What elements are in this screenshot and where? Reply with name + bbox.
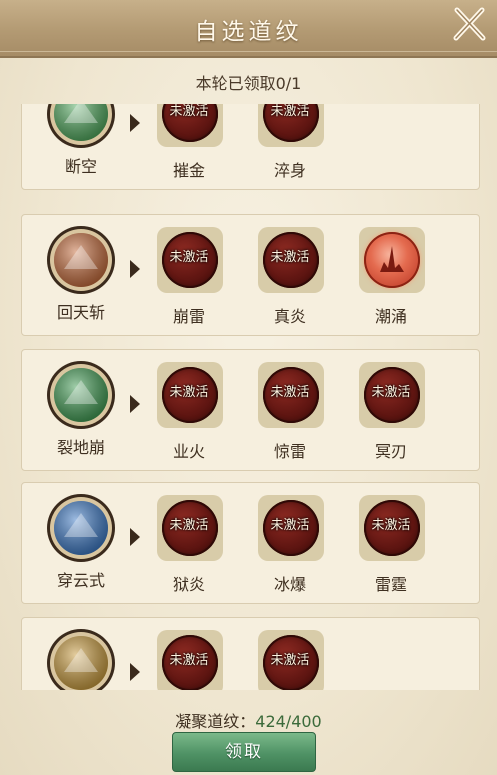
close-icon[interactable] xyxy=(449,4,489,44)
skill-name: 裂地崩 xyxy=(56,438,105,457)
slot-name: 惊雷 xyxy=(273,442,306,461)
claim-status: 本轮已领取0/1 xyxy=(195,74,302,93)
active-gem-icon xyxy=(364,232,420,288)
skill: 回天斩 xyxy=(36,225,140,325)
gem-status-label: 未激活 xyxy=(169,653,209,668)
slot-name: 雷霆 xyxy=(374,575,407,594)
gem-status-label: 未激活 xyxy=(371,518,411,533)
pattern-slot[interactable]: 未激活 狱炎 xyxy=(149,495,229,603)
pattern-slot[interactable]: 未激活 雷霆 xyxy=(351,495,431,603)
pattern-slot[interactable]: 未激活 冰爆 xyxy=(250,495,330,603)
pattern-slot[interactable]: 未激活 业火 xyxy=(149,362,229,470)
gem-status-label: 未激活 xyxy=(169,250,209,265)
slot-name: 淬身 xyxy=(273,161,306,180)
chevron-right-icon xyxy=(130,663,140,681)
claim-button[interactable]: 领取 xyxy=(172,732,316,772)
skill-name: 断空 xyxy=(64,157,97,176)
skill-name: 回天斩 xyxy=(56,303,105,322)
pattern-slot[interactable]: 未激活 xyxy=(250,630,330,690)
pattern-slot[interactable]: 未激活 冥刃 xyxy=(351,362,431,470)
total-pattern: 凝聚道纹：424/400 xyxy=(0,708,497,732)
blade-green-icon xyxy=(47,104,115,148)
slot-name: 真炎 xyxy=(273,307,306,326)
pattern-row: 穿云式 未激活 狱炎 未激活 冰爆 未激活 雷霆 xyxy=(21,482,480,604)
skill: 断空 xyxy=(36,104,140,179)
beast-gold-icon xyxy=(47,629,115,690)
chevron-right-icon xyxy=(130,395,140,413)
slot-name: 狱炎 xyxy=(172,575,205,594)
slot-name: 摧金 xyxy=(172,161,205,180)
slot-name: 潮涌 xyxy=(374,307,407,326)
gem-status-label: 未激活 xyxy=(270,385,310,400)
gem-status-label: 未激活 xyxy=(270,653,310,668)
slot-name: 崩雷 xyxy=(172,307,205,326)
slot-name: 冰爆 xyxy=(273,575,306,594)
skill xyxy=(36,628,140,690)
spikes-green-icon xyxy=(47,361,115,429)
panel-title: 自选道纹 xyxy=(194,19,303,45)
chevron-right-icon xyxy=(130,114,140,132)
title-bar: 自选道纹 xyxy=(0,0,497,58)
chevron-right-icon xyxy=(130,260,140,278)
pattern-list[interactable]: 断空 未激活 摧金 未激活 淬身 回天斩 未激活 崩雷 未激活 真炎 潮涌 裂地崩 未激活 业火 未激活 惊雷… xyxy=(21,104,480,690)
select-pattern-panel: 自选道纹 本轮已领取0/1 断空 未激活 摧金 未激活 淬身 回天斩 未激活 崩雷 未激活 真炎潮… xyxy=(0,0,497,775)
slot-name: 业火 xyxy=(172,442,205,461)
gem-status-label: 未激活 xyxy=(169,104,209,119)
pattern-slot[interactable]: 未激活 淬身 xyxy=(250,104,330,189)
pattern-slot[interactable]: 未激活 崩雷 xyxy=(149,227,229,335)
pattern-slot[interactable]: 未激活 xyxy=(149,630,229,690)
pattern-slot[interactable]: 未激活 真炎 xyxy=(250,227,330,335)
lightning-blue-icon xyxy=(47,494,115,562)
pattern-slot[interactable]: 未激活 惊雷 xyxy=(250,362,330,470)
gem-status-label: 未激活 xyxy=(270,250,310,265)
total-label: 凝聚道纹： xyxy=(175,712,256,731)
pattern-row: 未激活 未激活 xyxy=(21,617,480,690)
gem-status-label: 未激活 xyxy=(169,385,209,400)
pattern-row: 裂地崩 未激活 业火 未激活 惊雷 未激活 冥刃 xyxy=(21,349,480,471)
total-value: 424/400 xyxy=(255,712,322,731)
pattern-slot[interactable]: 潮涌 xyxy=(351,227,431,335)
gem-status-label: 未激活 xyxy=(169,518,209,533)
chevron-right-icon xyxy=(130,528,140,546)
skill: 穿云式 xyxy=(36,493,140,593)
gem-status-label: 未激活 xyxy=(270,104,310,119)
gem-status-label: 未激活 xyxy=(270,518,310,533)
skill-name: 穿云式 xyxy=(56,571,105,590)
pattern-slot[interactable]: 未激活 摧金 xyxy=(149,104,229,189)
gem-status-label: 未激活 xyxy=(371,385,411,400)
pattern-row: 回天斩 未激活 崩雷 未激活 真炎 潮涌 xyxy=(21,214,480,336)
spiral-orange-icon xyxy=(47,226,115,294)
skill: 裂地崩 xyxy=(36,360,140,460)
pattern-row: 断空 未激活 摧金 未激活 淬身 xyxy=(21,104,480,190)
slot-name: 冥刃 xyxy=(374,442,407,461)
